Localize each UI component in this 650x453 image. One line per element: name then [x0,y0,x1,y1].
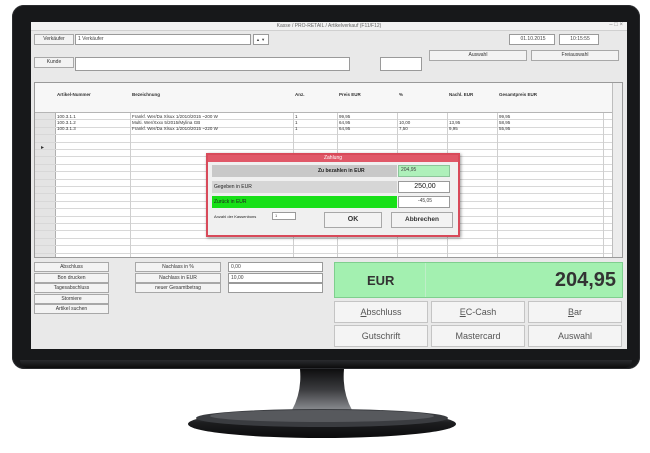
payment-button-label: Mastercard [455,331,501,341]
table-cell[interactable]: Frankf. Wer/Da Xlsux 1/2010/2015 ~200 W [132,114,218,119]
column-header[interactable]: Bezeichnung [132,92,160,97]
table-cell[interactable]: Frankf. Wer/Da Xlsux 1/2010/2015 ~220 W [132,126,218,131]
table-cell[interactable]: 64,95 [339,126,350,131]
zu-bezahlen-label: Zu bezahlen in EUR [318,168,365,174]
discount-button[interactable]: neuer Gesamtbetrag [135,283,221,293]
gegeben-label: Gegeben in EUR [214,184,252,190]
window-titlebar: Kasse / PRO-RETAIL / Artikelverkauf (F11… [31,22,627,31]
column-header[interactable]: Preis EUR [339,92,361,97]
window-controls[interactable]: – □ × [609,22,623,28]
table-cell[interactable]: Multi. Wer/Xxxx 5/2015/Mylina GB [132,120,200,125]
freiauswahl-button[interactable]: Freiauswahl [531,50,619,61]
total-amount: 204,95 [554,269,616,291]
window-title: Kasse / PRO-RETAIL / Artikelverkauf (F11… [276,23,382,29]
total-display: EUR 204,95 [334,262,623,298]
payment-button[interactable]: Mastercard [431,325,525,347]
verkaeufer-spinner[interactable]: ▲ ▼ [253,34,269,45]
payment-button[interactable]: Gutschrift [334,325,428,347]
payment-button[interactable]: Abschluss [334,301,428,323]
discount-button[interactable]: Nachlass in EUR [135,272,221,283]
payment-button[interactable]: EC-Cash [431,301,525,323]
table-cell[interactable]: 99,95 [339,114,350,119]
payment-button-label: ar [574,307,583,317]
table-gridline [35,134,622,136]
anzahl-input[interactable]: 1 [272,212,296,220]
table-cell[interactable]: 1 [295,114,298,119]
discount-field[interactable] [228,283,323,293]
zurueck-field: -45,05 [398,196,450,208]
discount-field[interactable]: 0,00 [228,262,323,272]
table-cell[interactable]: 100.3.1.1 [57,114,76,119]
discount-button[interactable]: Nachlass in % [135,262,221,272]
dialog-titlebar: Zahlung [208,155,458,162]
abbrechen-button[interactable]: Abbrechen [391,212,453,228]
column-header[interactable]: % [399,92,403,97]
table-gridline [35,119,622,121]
table-cell[interactable]: 100.3.1.2 [57,120,76,125]
action-button[interactable]: Storniere [34,293,109,304]
column-header[interactable]: Nachl. EUR [449,92,473,97]
action-button[interactable]: Bon drucken [34,272,109,283]
kunde-button[interactable]: Kunde [34,57,74,68]
total-currency: EUR [367,273,395,288]
table-cell[interactable]: 7,50 [399,126,408,131]
ok-button[interactable]: OK [324,212,382,228]
table-cell[interactable]: 100.3.1.3 [57,126,76,131]
table-cell[interactable]: 99,95 [499,114,510,119]
verkaeufer-select[interactable]: 1 Verkäufer [75,34,251,45]
auswahl-button[interactable]: Auswahl [429,50,527,61]
table-cell[interactable]: 1 [295,120,298,125]
discount-field[interactable]: 10,00 [228,272,323,283]
table-gridline [35,245,622,247]
zurueck-label: Zurück in EUR [214,199,247,205]
payment-button-label: Gutschrift [361,331,401,341]
gegeben-input[interactable]: 250,00 [398,181,450,193]
table-cell[interactable]: 9,95 [449,126,458,131]
payment-button-label: Auswahl [557,331,593,341]
dialog-title: Zahlung [323,155,343,161]
table-scrollbar[interactable] [612,83,622,257]
payment-button-label: bschluss [366,307,402,317]
table-cell[interactable]: 1 [295,126,298,131]
time-field: 10:15:55 [559,34,599,45]
anzahl-label: Anzahl der Kassenbons [214,214,257,219]
verkaeufer-button[interactable]: Verkäufer [34,34,74,45]
current-row-marker: ▸ [41,145,45,151]
table-gridline [35,126,622,128]
table-gridline [35,141,622,143]
table-cell[interactable]: 58,95 [499,120,510,125]
payment-button-label: C-Cash [465,307,497,317]
column-header[interactable]: Anz. [295,92,305,97]
table-cell[interactable]: 10,00 [399,120,410,125]
table-gridline [35,149,622,150]
payment-button[interactable]: Bar [528,301,622,323]
payment-button[interactable]: Auswahl [528,325,622,347]
action-button[interactable]: Tagesabschluss [34,283,109,293]
table-cell[interactable]: 55,95 [499,126,510,131]
kunde-field[interactable] [75,57,350,71]
date-field: 01.10.2015 [509,34,555,45]
action-button[interactable]: Artikel suchen [34,304,109,314]
aux-field[interactable] [380,57,422,71]
zu-bezahlen-field: 204,95 [398,165,450,177]
action-button[interactable]: Abschluss [34,262,109,272]
table-gridline [35,252,622,254]
app-screen: Kasse / PRO-RETAIL / Artikelverkauf (F11… [31,22,627,349]
table-cell[interactable]: 13,95 [449,120,460,125]
payment-dialog: Zahlung Zu bezahlen in EUR 204,95 Gegebe… [206,153,460,237]
column-header[interactable]: Artikel-Nummer [57,92,91,97]
table-cell[interactable]: 64,95 [339,120,350,125]
column-header[interactable]: Gesamtpreis EUR [499,92,537,97]
table-gridline [35,237,622,239]
